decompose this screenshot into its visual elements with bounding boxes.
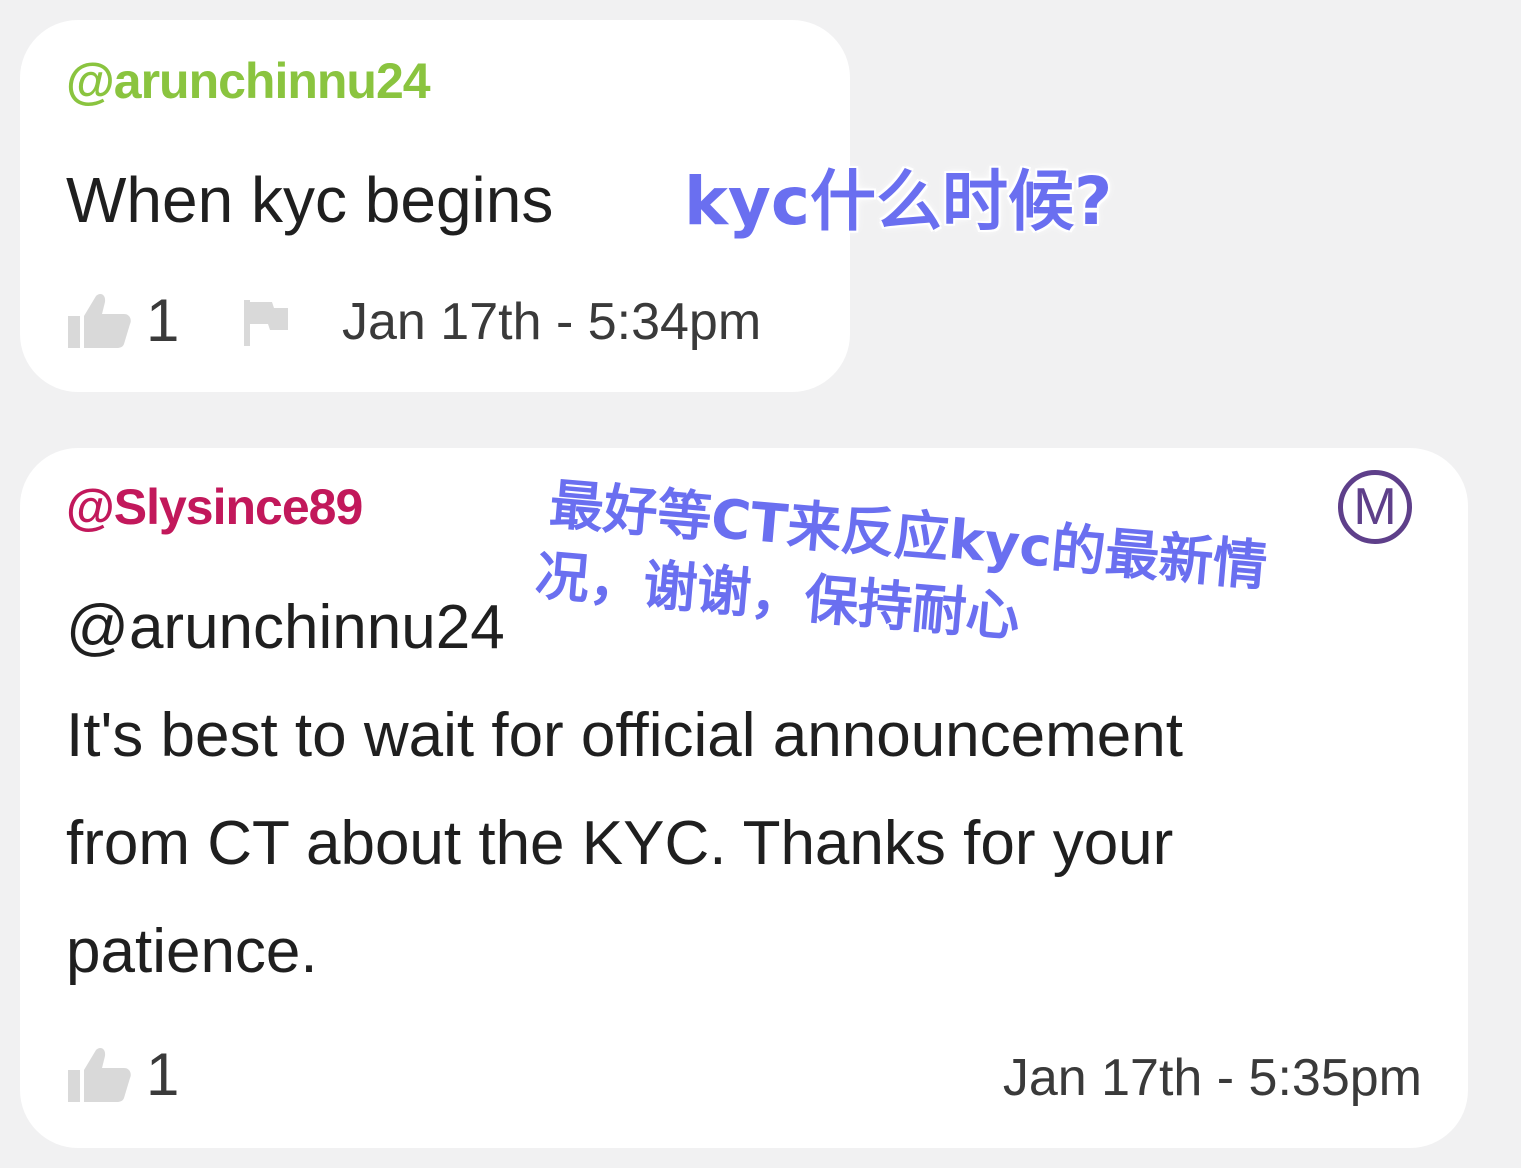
- moderator-badge-icon: M: [1338, 470, 1412, 544]
- comment-timestamp: Jan 17th - 5:35pm: [1002, 1049, 1422, 1107]
- comment-timestamp: Jan 17th - 5:34pm: [342, 293, 762, 351]
- thumbs-up-icon[interactable]: [66, 292, 132, 350]
- comment-author-handle[interactable]: @arunchinnu24: [66, 52, 431, 110]
- thumbs-up-icon[interactable]: [66, 1046, 132, 1104]
- comment-text: When kyc begins: [66, 164, 554, 236]
- comment-thread: @arunchinnu24 When kyc begins 1 Jan 17th…: [0, 0, 1521, 1168]
- comment-text-line: patience.: [66, 917, 318, 986]
- like-count: 1: [146, 287, 180, 354]
- translation-annotation: kyc什么时候?: [684, 163, 1113, 240]
- flag-icon[interactable]: [242, 298, 290, 348]
- like-count: 1: [146, 1041, 180, 1108]
- comment-text-line: from CT about the KYC. Thanks for your: [66, 809, 1174, 878]
- comment-author-handle[interactable]: @Slysince89: [66, 478, 363, 536]
- comment-text-line: It's best to wait for official announcem…: [66, 701, 1183, 770]
